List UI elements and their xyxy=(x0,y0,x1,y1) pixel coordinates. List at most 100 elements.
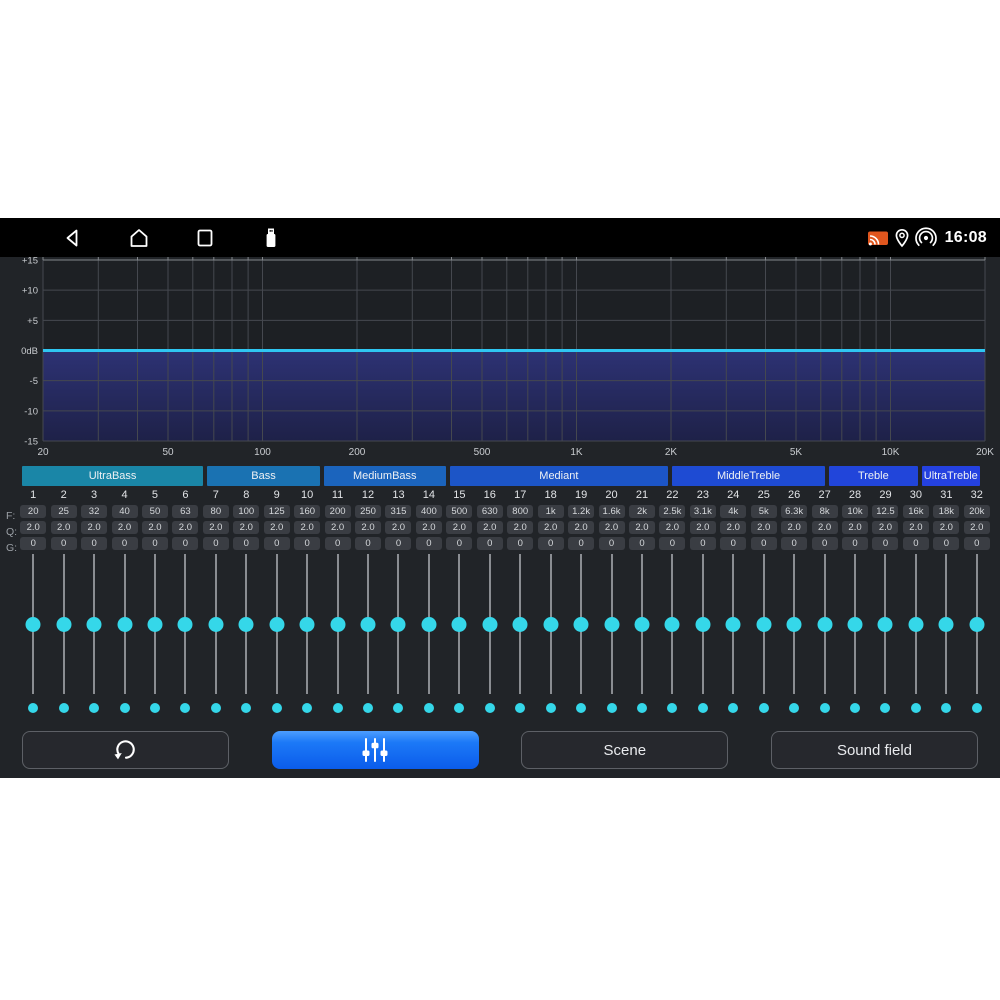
q-factor-value[interactable]: 2.0 xyxy=(172,521,198,534)
band-bass[interactable]: Bass xyxy=(207,466,320,486)
channel-indicator-dot[interactable] xyxy=(333,703,343,713)
slider-thumb[interactable] xyxy=(208,617,223,632)
channel-indicator-dot[interactable] xyxy=(850,703,860,713)
gain-value[interactable]: 0 xyxy=(507,537,533,550)
gain-value[interactable]: 0 xyxy=(51,537,77,550)
gain-value[interactable]: 0 xyxy=(81,537,107,550)
gain-slider[interactable] xyxy=(688,554,718,694)
q-factor-value[interactable]: 2.0 xyxy=(781,521,807,534)
frequency-value[interactable]: 315 xyxy=(385,505,411,518)
frequency-value[interactable]: 12.5 xyxy=(872,505,898,518)
gain-value[interactable]: 0 xyxy=(538,537,564,550)
slider-thumb[interactable] xyxy=(239,617,254,632)
q-factor-value[interactable]: 2.0 xyxy=(903,521,929,534)
frequency-value[interactable]: 20 xyxy=(20,505,46,518)
gain-value[interactable]: 0 xyxy=(142,537,168,550)
frequency-value[interactable]: 160 xyxy=(294,505,320,518)
slider-thumb[interactable] xyxy=(269,617,284,632)
gain-slider[interactable] xyxy=(749,554,779,694)
frequency-value[interactable]: 2.5k xyxy=(659,505,685,518)
q-factor-value[interactable]: 2.0 xyxy=(690,521,716,534)
gain-slider[interactable] xyxy=(201,554,231,694)
channel-indicator-dot[interactable] xyxy=(150,703,160,713)
channel-indicator-dot[interactable] xyxy=(911,703,921,713)
frequency-value[interactable]: 250 xyxy=(355,505,381,518)
slider-thumb[interactable] xyxy=(361,617,376,632)
gain-value[interactable]: 0 xyxy=(690,537,716,550)
slider-thumb[interactable] xyxy=(604,617,619,632)
q-factor-value[interactable]: 2.0 xyxy=(568,521,594,534)
band-mediant[interactable]: Mediant xyxy=(450,466,668,486)
gain-value[interactable]: 0 xyxy=(203,537,229,550)
frequency-value[interactable]: 5k xyxy=(751,505,777,518)
channel-indicator-dot[interactable] xyxy=(728,703,738,713)
frequency-value[interactable]: 200 xyxy=(325,505,351,518)
channel-indicator-dot[interactable] xyxy=(789,703,799,713)
slider-thumb[interactable] xyxy=(787,617,802,632)
gain-slider[interactable] xyxy=(505,554,535,694)
gain-slider[interactable] xyxy=(901,554,931,694)
slider-thumb[interactable] xyxy=(848,617,863,632)
frequency-value[interactable]: 25 xyxy=(51,505,77,518)
gain-slider[interactable] xyxy=(18,554,48,694)
channel-indicator-dot[interactable] xyxy=(941,703,951,713)
channel-indicator-dot[interactable] xyxy=(363,703,373,713)
gain-slider[interactable] xyxy=(353,554,383,694)
q-factor-value[interactable]: 2.0 xyxy=(629,521,655,534)
gain-slider[interactable] xyxy=(840,554,870,694)
slider-thumb[interactable] xyxy=(513,617,528,632)
band-ultrabass[interactable]: UltraBass xyxy=(22,466,203,486)
frequency-value[interactable]: 4k xyxy=(720,505,746,518)
gain-value[interactable]: 0 xyxy=(659,537,685,550)
slider-thumb[interactable] xyxy=(56,617,71,632)
slider-thumb[interactable] xyxy=(939,617,954,632)
gain-slider[interactable] xyxy=(109,554,139,694)
frequency-value[interactable]: 50 xyxy=(142,505,168,518)
scene-button[interactable]: Scene xyxy=(521,731,728,769)
gain-slider[interactable] xyxy=(962,554,992,694)
q-factor-value[interactable]: 2.0 xyxy=(294,521,320,534)
channel-indicator-dot[interactable] xyxy=(607,703,617,713)
gain-slider[interactable] xyxy=(48,554,78,694)
frequency-value[interactable]: 6.3k xyxy=(781,505,807,518)
slider-thumb[interactable] xyxy=(26,617,41,632)
frequency-value[interactable]: 800 xyxy=(507,505,533,518)
channel-indicator-dot[interactable] xyxy=(485,703,495,713)
band-ultratreble[interactable]: UltraTreble xyxy=(922,466,980,486)
channel-indicator-dot[interactable] xyxy=(424,703,434,713)
channel-indicator-dot[interactable] xyxy=(302,703,312,713)
gain-value[interactable]: 0 xyxy=(325,537,351,550)
q-factor-value[interactable]: 2.0 xyxy=(51,521,77,534)
frequency-value[interactable]: 2k xyxy=(629,505,655,518)
gain-slider[interactable] xyxy=(414,554,444,694)
channel-indicator-dot[interactable] xyxy=(28,703,38,713)
gain-slider[interactable] xyxy=(779,554,809,694)
q-factor-value[interactable]: 2.0 xyxy=(842,521,868,534)
frequency-value[interactable]: 32 xyxy=(81,505,107,518)
channel-indicator-dot[interactable] xyxy=(393,703,403,713)
channel-indicator-dot[interactable] xyxy=(59,703,69,713)
recents-button[interactable] xyxy=(194,227,216,249)
q-factor-value[interactable]: 2.0 xyxy=(872,521,898,534)
gain-slider[interactable] xyxy=(475,554,505,694)
frequency-value[interactable]: 40 xyxy=(112,505,138,518)
slider-thumb[interactable] xyxy=(756,617,771,632)
channel-indicator-dot[interactable] xyxy=(880,703,890,713)
q-factor-value[interactable]: 2.0 xyxy=(416,521,442,534)
slider-thumb[interactable] xyxy=(147,617,162,632)
channel-indicator-dot[interactable] xyxy=(759,703,769,713)
slider-thumb[interactable] xyxy=(969,617,984,632)
gain-value[interactable]: 0 xyxy=(568,537,594,550)
back-button[interactable] xyxy=(62,227,84,249)
gain-slider[interactable] xyxy=(292,554,322,694)
gain-value[interactable]: 0 xyxy=(933,537,959,550)
gain-slider[interactable] xyxy=(262,554,292,694)
frequency-value[interactable]: 1k xyxy=(538,505,564,518)
gain-value[interactable]: 0 xyxy=(20,537,46,550)
gain-value[interactable]: 0 xyxy=(446,537,472,550)
frequency-value[interactable]: 18k xyxy=(933,505,959,518)
channel-indicator-dot[interactable] xyxy=(120,703,130,713)
channel-indicator-dot[interactable] xyxy=(972,703,982,713)
gain-value[interactable]: 0 xyxy=(385,537,411,550)
channel-indicator-dot[interactable] xyxy=(211,703,221,713)
